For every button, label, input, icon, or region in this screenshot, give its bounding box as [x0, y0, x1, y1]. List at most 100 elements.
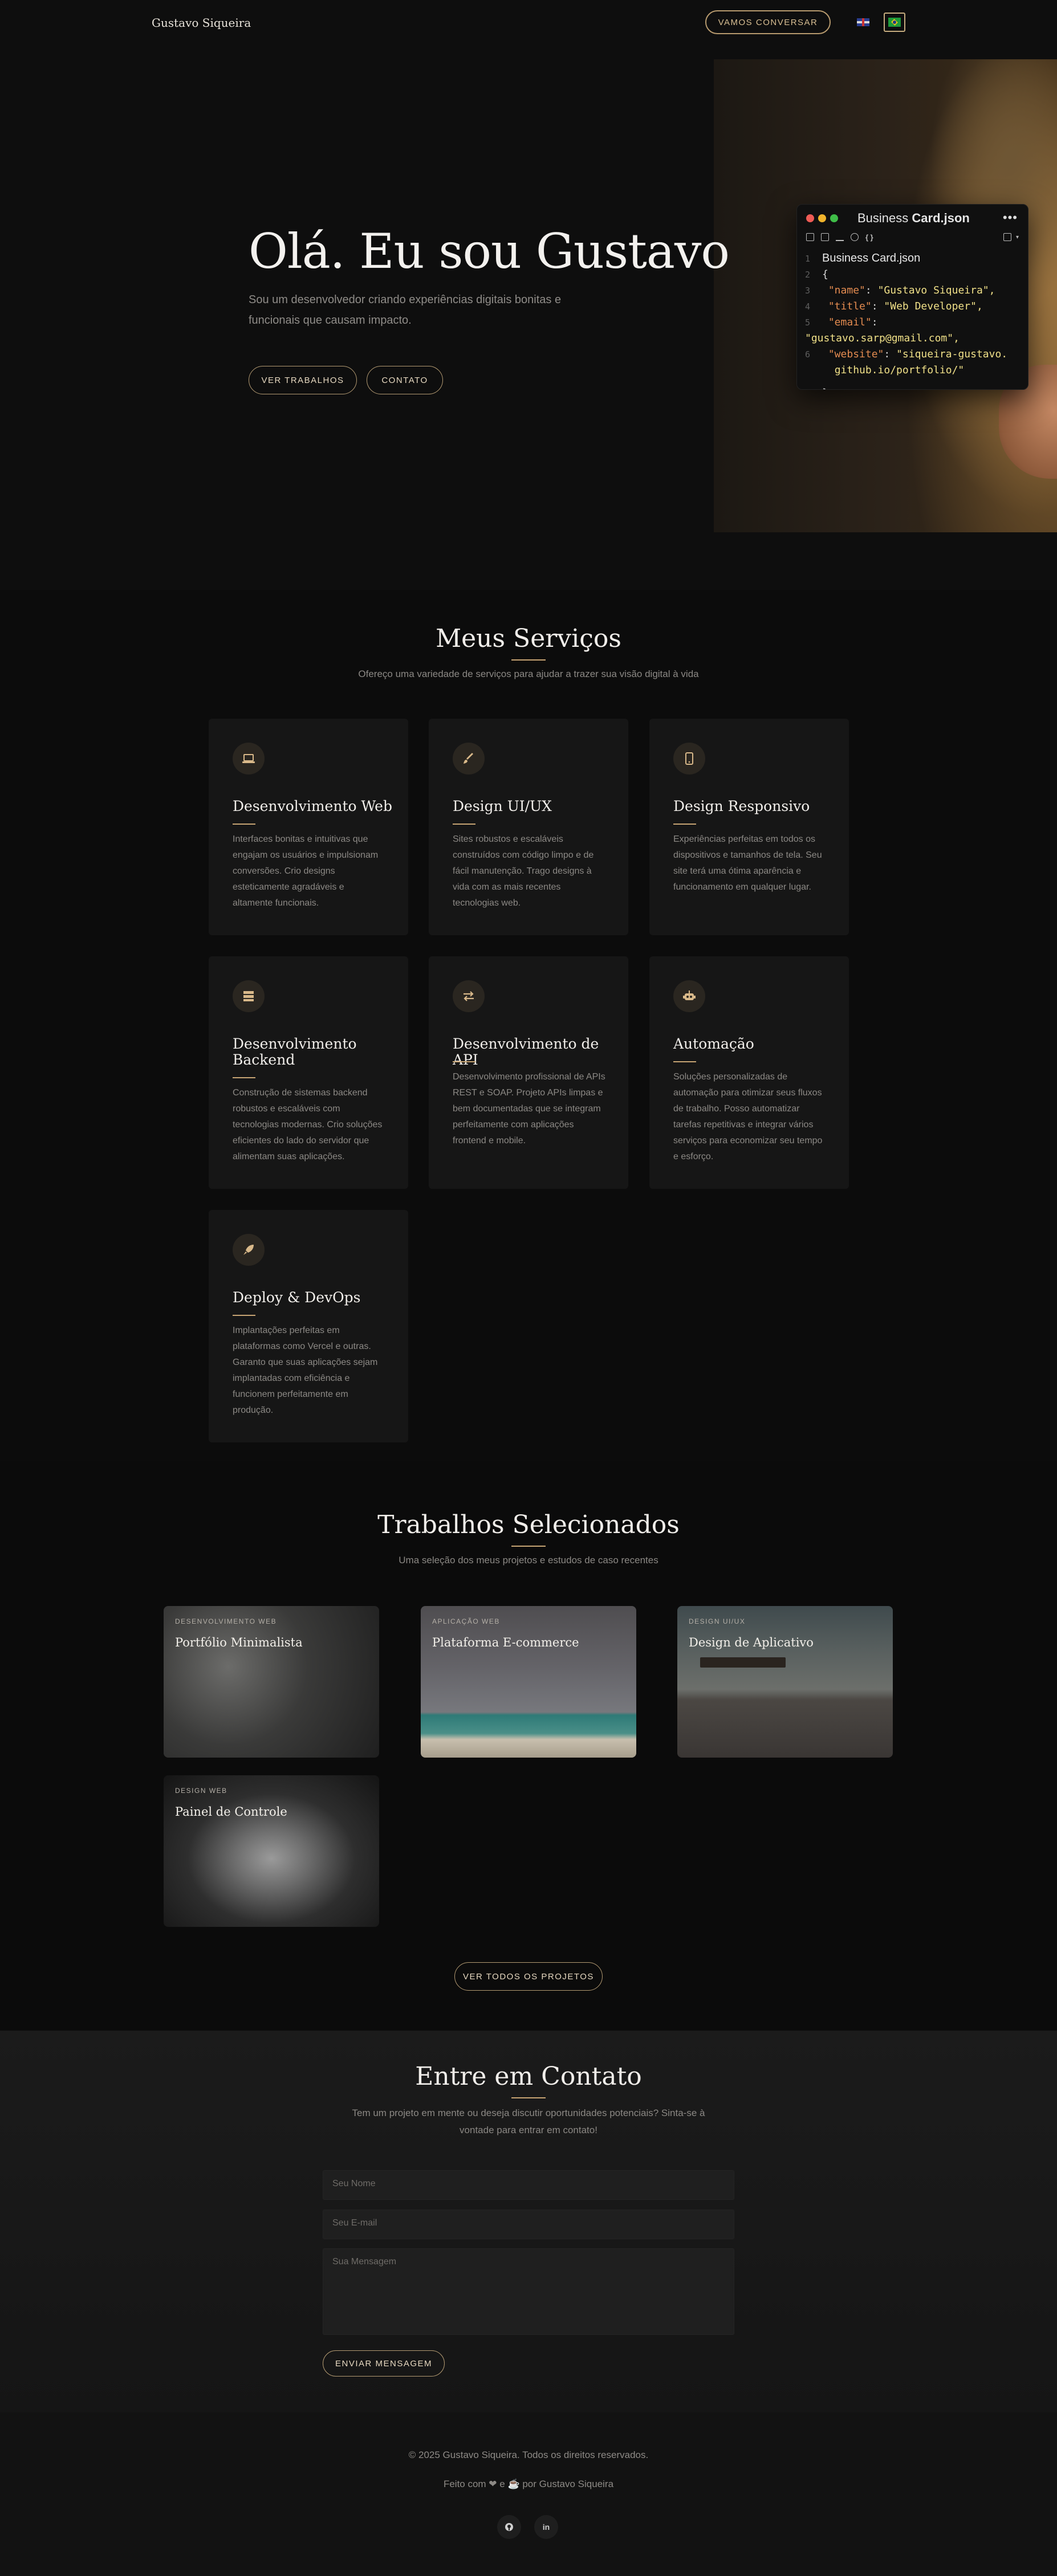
linkedin-icon[interactable]: in: [534, 2515, 558, 2539]
services-title-underline: [511, 659, 546, 661]
service-title: Design UI/UX: [453, 798, 552, 814]
laptop-icon: [233, 743, 265, 775]
service-description: Implantações perfeitas em plataformas co…: [233, 1326, 378, 1415]
rocket-icon: [233, 1234, 265, 1266]
project-card[interactable]: DESIGN UI/UX Design de Aplicativo: [677, 1606, 893, 1758]
works-subtitle: Uma seleção dos meus projetos e estudos …: [399, 1555, 658, 1566]
service-card: Desenvolvimento Backend Construção de si…: [209, 956, 408, 1189]
code-key-email: "email": [828, 316, 872, 328]
service-title-underline: [673, 824, 696, 825]
title-bold: Card.json: [912, 211, 970, 225]
code-toolbar: { }: [806, 233, 873, 242]
file-icon[interactable]: [806, 233, 814, 241]
service-title-underline: [233, 824, 255, 825]
message-textarea[interactable]: Sua Mensagem: [323, 2248, 734, 2335]
code-line-1: Business Card.json: [822, 252, 921, 264]
code-content: 1 Business Card.json 2{ 3 "name": "Gustav…: [805, 250, 1028, 389]
code-key-website: "website": [828, 348, 884, 360]
service-title: Automação: [673, 1036, 754, 1052]
code-value-name: "Gustavo Siqueira",: [877, 284, 995, 296]
braces-icon[interactable]: { }: [865, 233, 873, 242]
service-description: Experiências perfeitas em todos os dispo…: [673, 834, 822, 892]
business-card-code-window: Business Card.json ••• { } ▾ 1 Business C…: [796, 204, 1028, 390]
history-icon[interactable]: [851, 233, 859, 241]
brand-logo[interactable]: Gustavo Siqueira: [152, 16, 251, 30]
service-card: Deploy & DevOps Implantações perfeitas e…: [209, 1210, 408, 1442]
download-icon[interactable]: [836, 233, 844, 241]
service-title-underline: [233, 1077, 255, 1078]
services-section: Meus Serviços Ofereço uma variedade de s…: [0, 590, 1057, 1461]
close-brace: }: [822, 387, 828, 389]
view-all-projects-button[interactable]: VER TODOS OS PROJETOS: [454, 1962, 603, 1991]
footer: © 2025 Gustavo Siqueira. Todos os direit…: [0, 2412, 1057, 2576]
service-title: Desenvolvimento Backend: [233, 1036, 357, 1068]
copyright-text: © 2025 Gustavo Siqueira. Todos os direit…: [408, 2449, 649, 2460]
services-title: Meus Serviços: [436, 624, 621, 653]
service-card: Desenvolvimento de API Desenvolvimento p…: [429, 956, 628, 1189]
brush-icon: [453, 743, 485, 775]
service-title: Design Responsivo: [673, 798, 810, 814]
lets-talk-button[interactable]: VAMOS CONVERSAR: [705, 10, 831, 34]
project-card[interactable]: APLICAÇÃO WEB Plataforma E-commerce: [421, 1606, 636, 1758]
maximize-dot-icon: [830, 214, 838, 222]
service-card: Automação Soluções personalizadas de aut…: [649, 956, 849, 1189]
service-title-underline: [673, 1061, 696, 1062]
panel-icon[interactable]: [1003, 233, 1011, 241]
contact-title: Entre em Contato: [415, 2062, 642, 2091]
bench-shape: [700, 1657, 786, 1668]
title-light: Business: [857, 211, 912, 225]
name-input[interactable]: Seu Nome: [323, 2170, 734, 2200]
contact-section: Entre em Contato Tem um projeto em mente…: [0, 2031, 1057, 2412]
open-brace: {: [822, 268, 828, 280]
service-description: Sites robustos e escaláveis construídos …: [453, 834, 594, 908]
service-title-underline: [453, 824, 475, 825]
code-key-name: "name": [828, 284, 865, 296]
project-category: DESENVOLVIMENTO WEB: [175, 1617, 277, 1625]
service-description: Desenvolvimento profissional de APIs RES…: [453, 1072, 605, 1146]
project-category: DESIGN UI/UX: [689, 1617, 746, 1625]
github-icon[interactable]: [497, 2515, 521, 2539]
minimize-dot-icon: [818, 214, 826, 222]
service-title-underline: [233, 1315, 255, 1316]
project-category: DESIGN WEB: [175, 1787, 227, 1795]
brazil-flag-icon[interactable]: [884, 13, 905, 32]
service-description: Soluções personalizadas de automação par…: [673, 1072, 823, 1161]
service-title: Desenvolvimento Web: [233, 798, 392, 814]
service-card: Design UI/UX Sites robustos e escaláveis…: [429, 719, 628, 935]
project-card[interactable]: DESIGN WEB Painel de Controle: [164, 1775, 379, 1927]
exchange-icon: [453, 980, 485, 1012]
project-name: Portfólio Minimalista: [175, 1636, 303, 1649]
top-navigation: Gustavo Siqueira VAMOS CONVERSAR: [0, 0, 1057, 47]
service-title-underline: [453, 1061, 475, 1062]
send-message-button[interactable]: ENVIAR MENSAGEM: [323, 2350, 445, 2377]
chevron-down-icon[interactable]: ▾: [1016, 234, 1019, 241]
server-icon: [233, 980, 265, 1012]
service-title: Deploy & DevOps: [233, 1289, 361, 1306]
email-input[interactable]: Seu E-mail: [323, 2210, 734, 2239]
hero-title: Olá. Eu sou Gustavo: [249, 223, 730, 279]
works-title: Trabalhos Selecionados: [377, 1510, 680, 1539]
service-description: Construção de sistemas backend robustos …: [233, 1088, 383, 1161]
copy-icon[interactable]: [821, 233, 829, 241]
window-controls: [806, 214, 838, 222]
hero-subtitle: Sou um desenvolvedor criando experiência…: [249, 294, 562, 327]
project-category: APLICAÇÃO WEB: [432, 1617, 500, 1625]
code-window-title: Business Card.json: [857, 211, 970, 226]
project-name: Plataforma E-commerce: [432, 1636, 579, 1649]
works-title-underline: [511, 1546, 546, 1547]
more-options-icon[interactable]: •••: [1003, 210, 1018, 225]
project-card[interactable]: DESENVOLVIMENTO WEB Portfólio Minimalist…: [164, 1606, 379, 1758]
hero-section: Business Card.json ••• { } ▾ 1 Business C…: [0, 0, 1057, 590]
view-work-button[interactable]: VER TRABALHOS: [249, 366, 357, 394]
english-flag-icon[interactable]: [852, 13, 874, 32]
service-card: Design Responsivo Experiências perfeitas…: [649, 719, 849, 935]
made-with-text: Feito com ❤ e ☕ por Gustavo Siqueira: [443, 2479, 614, 2489]
code-value-title: "Web Developer",: [884, 300, 983, 312]
project-name: Design de Aplicativo: [689, 1636, 814, 1649]
services-subtitle: Ofereço uma variedade de serviços para a…: [358, 669, 699, 679]
contact-button[interactable]: CONTATO: [367, 366, 443, 394]
code-key-title: "title": [828, 300, 872, 312]
project-name: Painel de Controle: [175, 1805, 287, 1819]
robot-icon: [673, 980, 705, 1012]
contact-title-underline: [511, 2097, 546, 2098]
